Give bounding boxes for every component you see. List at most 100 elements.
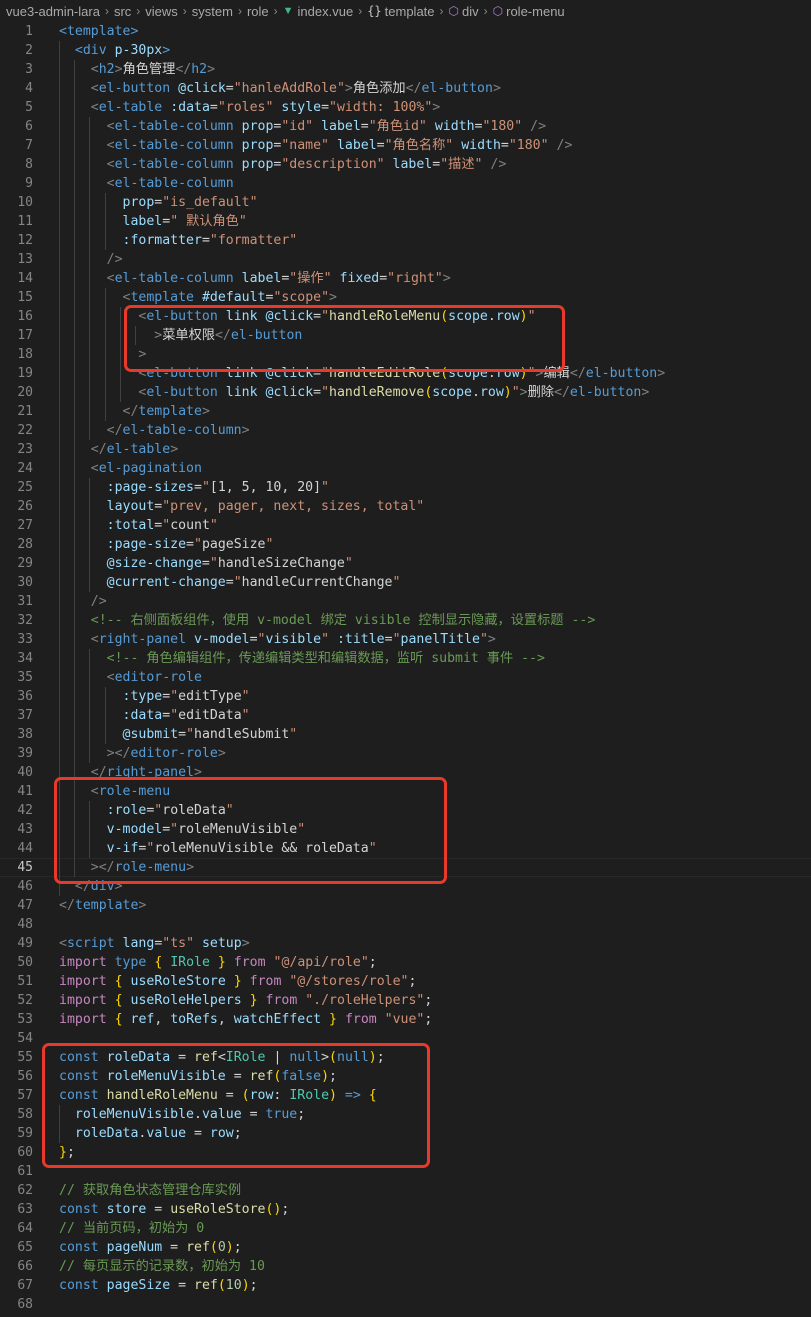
code-line[interactable]: 10 prop="is_default": [0, 193, 811, 212]
code-line[interactable]: 6 <el-table-column prop="id" label="角色id…: [0, 117, 811, 136]
code-token: >: [207, 62, 216, 77]
code-editor[interactable]: 1 <template> 2 <div p-30px> 3 <h2>角色管理</h2>…: [0, 22, 811, 1314]
code-line[interactable]: 54: [0, 1029, 811, 1048]
code-text: <el-button link @click="handleEditRole(s…: [59, 364, 665, 383]
code-line[interactable]: 38 @submit="handleSubmit": [0, 725, 811, 744]
code-line[interactable]: 22 </el-table-column>: [0, 421, 811, 440]
code-token: =: [201, 556, 210, 571]
code-line[interactable]: 31 />: [0, 592, 811, 611]
code-line[interactable]: 14 <el-table-column label="操作" fixed="ri…: [0, 269, 811, 288]
code-line[interactable]: 46 </div>: [0, 877, 811, 896]
code-line[interactable]: 35 <editor-role: [0, 668, 811, 687]
code-line[interactable]: 47 </template>: [0, 896, 811, 915]
code-line[interactable]: 60};: [0, 1143, 811, 1162]
code-token: .: [471, 385, 480, 400]
code-line[interactable]: 7 <el-table-column prop="name" label="角色…: [0, 136, 811, 155]
code-line[interactable]: 5 <el-table :data="roles" style="width: …: [0, 98, 811, 117]
code-line[interactable]: 32 <!-- 右侧面板组件，使用 v-model 绑定 visible 控制显…: [0, 611, 811, 630]
code-line[interactable]: 40 </right-panel>: [0, 763, 811, 782]
breadcrumb-item-system[interactable]: system: [192, 4, 233, 19]
code-line[interactable]: 26 layout="prev, pager, next, sizes, tot…: [0, 497, 811, 516]
breadcrumb-item-src[interactable]: src: [114, 4, 131, 19]
code-line[interactable]: 30 @current-change="handleCurrentChange": [0, 573, 811, 592]
code-token: <: [59, 936, 67, 951]
code-text: <template #default="scope">: [59, 288, 337, 307]
code-line[interactable]: 3 <h2>角色管理</h2>: [0, 60, 811, 79]
code-line[interactable]: 42 :role="roleData": [0, 801, 811, 820]
code-line[interactable]: 59 roleData.value = row;: [0, 1124, 811, 1143]
code-line[interactable]: 66 // 每页显示的记录数，初始为 10: [0, 1257, 811, 1276]
code-line[interactable]: 16 <el-button link @click="handleRoleMen…: [0, 307, 811, 326]
code-line[interactable]: 29 @size-change="handleSizeChange": [0, 554, 811, 573]
code-token: style: [281, 100, 322, 115]
code-line[interactable]: 61: [0, 1162, 811, 1181]
code-line[interactable]: 41 <role-menu: [0, 782, 811, 801]
code-line[interactable]: 58 roleMenuVisible.value = true;: [0, 1105, 811, 1124]
code-line[interactable]: 13 />: [0, 250, 811, 269]
breadcrumb-item-views[interactable]: views: [145, 4, 178, 19]
code-line[interactable]: 53 import { ref, toRefs, watchEffect } fr…: [0, 1010, 811, 1029]
code-line[interactable]: 12 :formatter="formatter": [0, 231, 811, 250]
code-line[interactable]: 51 import { useRoleStore } from "@/stores…: [0, 972, 811, 991]
code-line[interactable]: 23 </el-table>: [0, 440, 811, 459]
breadcrumb-item-template[interactable]: {} template: [367, 4, 434, 19]
code-line[interactable]: 64 // 当前页码，初始为 0: [0, 1219, 811, 1238]
code-line[interactable]: 20 <el-button link @click="handleRemove(…: [0, 383, 811, 402]
code-line[interactable]: 8 <el-table-column prop = "description" la…: [0, 155, 811, 174]
code-line[interactable]: 4 <el-button @click="hanleAddRole">角色添加<…: [0, 79, 811, 98]
breadcrumb-item-vue3-admin-lara[interactable]: vue3-admin-lara: [6, 4, 100, 19]
code-line[interactable]: 28 :page-size="pageSize": [0, 535, 811, 554]
code-line[interactable]: 2 <div p-30px>: [0, 41, 811, 60]
code-line[interactable]: 36 :type="editType": [0, 687, 811, 706]
code-line[interactable]: 34 <!-- 角色编辑组件，传递编辑类型和编辑数据，监听 submit 事件 …: [0, 649, 811, 668]
code-token: import: [59, 974, 107, 989]
code-line[interactable]: 55 const roleData = ref<IRole | null>(nul…: [0, 1048, 811, 1067]
breadcrumb-item-div[interactable]: ⬡ div: [449, 4, 479, 19]
code-line[interactable]: 19 <el-button link @click="handleEditRol…: [0, 364, 811, 383]
code-line[interactable]: 24 <el-pagination: [0, 459, 811, 478]
code-line[interactable]: 67 const pageSize = ref(10);: [0, 1276, 811, 1295]
code-token: <!-- 右侧面板组件，使用 v-model 绑定 visible 控制显示隐藏…: [90, 613, 596, 628]
code-line[interactable]: 62 // 获取角色状态管理仓库实例: [0, 1181, 811, 1200]
code-line[interactable]: 57 const handleRoleMenu = (row: IRole) =>…: [0, 1086, 811, 1105]
line-number: 1: [25, 24, 33, 39]
code-line[interactable]: 37 :data="editData": [0, 706, 811, 725]
breadcrumb-item-role-menu[interactable]: ⬡ role-menu: [493, 4, 565, 19]
code-line[interactable]: 39 ></editor-role>: [0, 744, 811, 763]
code-line[interactable]: 15 <template #default="scope">: [0, 288, 811, 307]
code-line[interactable]: 1 <template>: [0, 22, 811, 41]
line-number: 67: [17, 1278, 33, 1293]
line-number: 46: [17, 879, 33, 894]
code-line[interactable]: 33 <right-panel v-model="visible" :title…: [0, 630, 811, 649]
code-line[interactable]: 17 >菜单权限</el-button: [0, 326, 811, 345]
breadcrumb-label: index.vue: [297, 3, 354, 19]
code-line[interactable]: 9 <el-table-column: [0, 174, 811, 193]
code-token: ": [201, 480, 210, 495]
code-token: (: [440, 366, 449, 381]
code-line[interactable]: 27 :total="count": [0, 516, 811, 535]
code-line[interactable]: 44 v-if="roleMenuVisible && roleData": [0, 839, 811, 858]
code-line[interactable]: 65 const pageNum = ref(0);: [0, 1238, 811, 1257]
code-line[interactable]: 18 >: [0, 345, 811, 364]
line-number: 38: [17, 727, 33, 742]
code-line[interactable]: 63 const store = useRoleStore();: [0, 1200, 811, 1219]
code-line[interactable]: 45 ></role-menu>: [0, 858, 811, 877]
code-line[interactable]: 21 </template>: [0, 402, 811, 421]
code-token: el-button: [585, 366, 658, 381]
code-line[interactable]: 49 <script lang="ts" setup>: [0, 934, 811, 953]
breadcrumb-item-role[interactable]: role: [247, 4, 269, 19]
code-line[interactable]: 68: [0, 1295, 811, 1314]
code-line[interactable]: 11 label=" 默认角色": [0, 212, 811, 231]
code-line[interactable]: 56 const roleMenuVisible = ref(false);: [0, 1067, 811, 1086]
breadcrumb-item-index-vue[interactable]: ▼ index.vue: [283, 4, 354, 19]
code-line[interactable]: 50 import type { IRole } from "@/api/role…: [0, 953, 811, 972]
code-line[interactable]: 43 v-model="roleMenuVisible": [0, 820, 811, 839]
code-line[interactable]: 48: [0, 915, 811, 934]
code-line[interactable]: 25 :page-sizes="[1, 5, 10, 20]": [0, 478, 811, 497]
code-line[interactable]: 52 import { useRoleHelpers } from "./role…: [0, 991, 811, 1010]
